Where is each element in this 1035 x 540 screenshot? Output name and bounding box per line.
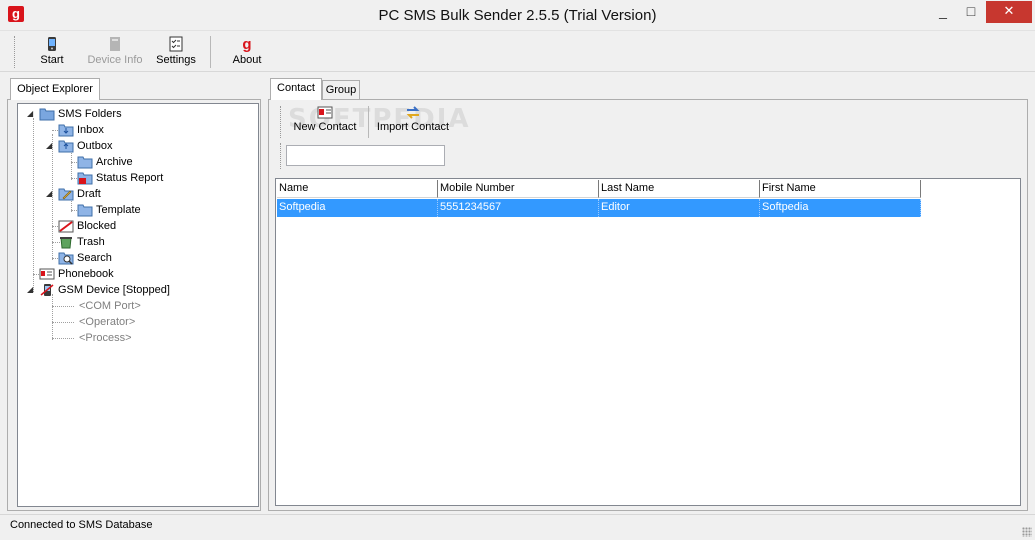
- column-header-mobile-number[interactable]: Mobile Number: [438, 180, 599, 198]
- column-header-name[interactable]: Name: [277, 180, 438, 198]
- device-info-label: Device Info: [87, 54, 143, 66]
- tree-item-process[interactable]: <Process>: [79, 330, 132, 346]
- tree-line: [52, 294, 53, 340]
- tree-item-trash[interactable]: Trash: [58, 234, 105, 250]
- device-info-icon: [110, 37, 120, 51]
- template-folder-icon: [77, 204, 93, 217]
- contact-toolbar-grip[interactable]: [280, 106, 283, 138]
- about-logo-icon: g: [242, 36, 251, 52]
- tree-item-operator[interactable]: <Operator>: [79, 314, 135, 330]
- tree-line: [52, 338, 74, 339]
- collapse-draft[interactable]: ◢: [46, 190, 54, 198]
- new-contact-card-icon: [317, 106, 333, 119]
- tree-item-com-port[interactable]: <COM Port>: [79, 298, 141, 314]
- contact-grid[interactable]: Name Mobile Number Last Name First Name …: [275, 178, 1021, 506]
- tree-item-sms-folders[interactable]: SMS Folders: [39, 106, 122, 122]
- resize-grip[interactable]: [1022, 527, 1032, 537]
- tree-item-template[interactable]: Template: [77, 202, 141, 218]
- new-contact-button[interactable]: New Contact: [291, 106, 359, 138]
- tree-line: [71, 150, 72, 180]
- table-row[interactable]: Softpedia 5551234567 Editor Softpedia: [277, 199, 921, 217]
- tree-item-search[interactable]: Search: [58, 250, 112, 266]
- status-bar: Connected to SMS Database: [0, 514, 1035, 540]
- title-bar: g PC SMS Bulk Sender 2.5.5 (Trial Versio…: [0, 0, 1035, 31]
- outbox-folder-icon: [58, 140, 74, 153]
- gsm-device-icon: [40, 284, 54, 297]
- about-button[interactable]: g About: [228, 34, 266, 70]
- table-cell: Softpedia: [760, 199, 921, 217]
- tab-contact[interactable]: Contact: [270, 78, 322, 100]
- close-button[interactable]: ✕: [986, 1, 1032, 23]
- phone-icon: [48, 37, 56, 51]
- tree-item-gsm-device[interactable]: GSM Device [Stopped]: [39, 282, 170, 298]
- svg-text:g: g: [242, 36, 251, 52]
- column-header-last-name[interactable]: Last Name: [599, 180, 760, 198]
- tab-group[interactable]: Group: [322, 80, 360, 101]
- search-icon: [58, 252, 74, 265]
- archive-folder-icon: [77, 156, 93, 169]
- toolbar-grip[interactable]: [14, 36, 17, 68]
- start-button[interactable]: Start: [34, 34, 70, 70]
- grid-header: Name Mobile Number Last Name First Name: [277, 180, 921, 198]
- trash-icon: [60, 237, 72, 249]
- import-contact-label: Import Contact: [376, 121, 450, 133]
- collapse-gsm-device[interactable]: ◢: [27, 286, 35, 294]
- column-header-first-name[interactable]: First Name: [760, 180, 921, 198]
- about-label: About: [232, 54, 262, 66]
- status-report-icon: [77, 172, 93, 185]
- filter-toolbar-grip[interactable]: [280, 143, 283, 169]
- phonebook-icon: [39, 268, 55, 280]
- new-contact-label: New Contact: [293, 121, 357, 133]
- import-arrows-icon: [406, 106, 420, 119]
- status-text: Connected to SMS Database: [10, 519, 153, 531]
- device-info-button[interactable]: Device Info: [84, 34, 146, 70]
- inbox-folder-icon: [58, 124, 74, 137]
- minimize-button[interactable]: _: [930, 1, 956, 23]
- table-cell: Softpedia: [277, 199, 438, 217]
- contact-filter-input[interactable]: [286, 145, 445, 166]
- table-cell: 5551234567: [438, 199, 599, 217]
- tree-item-archive[interactable]: Archive: [77, 154, 133, 170]
- tree-line: [33, 118, 34, 292]
- tree-item-phonebook[interactable]: Phonebook: [39, 266, 114, 282]
- collapse-outbox[interactable]: ◢: [46, 142, 54, 150]
- tree-item-outbox[interactable]: Outbox: [58, 138, 112, 154]
- tree-item-status-report[interactable]: Status Report: [77, 170, 163, 186]
- blocked-icon: [58, 220, 74, 233]
- main-toolbar: Start Device Info Settings g About: [0, 32, 1035, 72]
- tree-item-draft[interactable]: Draft: [58, 186, 101, 202]
- window-title: PC SMS Bulk Sender 2.5.5 (Trial Version): [378, 7, 657, 24]
- collapse-sms-folders[interactable]: ◢: [27, 110, 35, 118]
- import-contact-button[interactable]: Import Contact: [374, 106, 452, 138]
- settings-label: Settings: [156, 54, 196, 66]
- toolbar-separator: [210, 36, 211, 68]
- start-label: Start: [40, 54, 64, 66]
- contact-toolbar-separator: [368, 106, 369, 138]
- folder-icon: [39, 108, 55, 121]
- maximize-button[interactable]: □: [958, 1, 984, 23]
- tree-item-inbox[interactable]: Inbox: [58, 122, 104, 138]
- tab-object-explorer[interactable]: Object Explorer: [10, 78, 100, 100]
- folder-tree[interactable]: ◢ ◢ ◢ ◢ SMS Folders Inbox Outbox Archive…: [17, 103, 259, 507]
- table-cell: Editor: [599, 199, 760, 217]
- draft-folder-icon: [58, 188, 74, 201]
- tree-line: [52, 322, 74, 323]
- tree-item-blocked[interactable]: Blocked: [58, 218, 116, 234]
- tree-line: [52, 306, 74, 307]
- settings-checklist-icon: [169, 36, 183, 52]
- settings-button[interactable]: Settings: [154, 34, 198, 70]
